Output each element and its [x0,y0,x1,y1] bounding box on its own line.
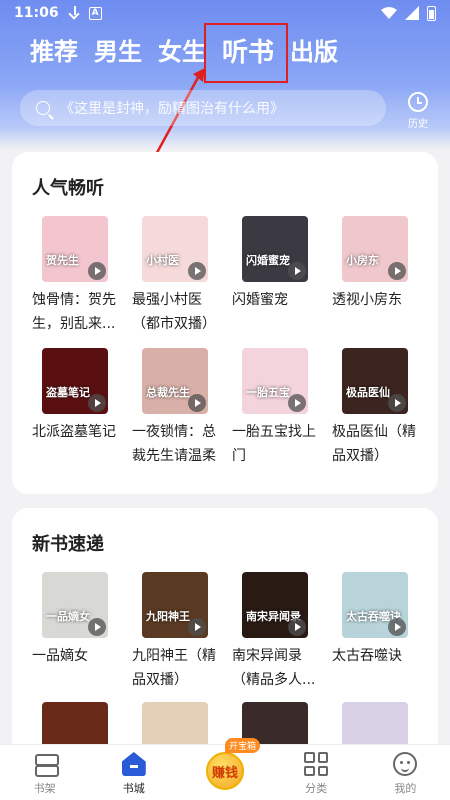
nav-me-label: 我的 [394,782,417,795]
new-section-title: 新书速递 [32,534,104,555]
book-title[interactable]: 极品医仙（精品双播） [332,420,424,468]
cover-title-art: 盗墓笔记 [46,386,90,399]
book-item[interactable]: 南宋异闻录南宋异闻录（精品多人... [232,572,332,692]
book-item[interactable]: 小村医最强小村医（都市双播） [132,216,232,336]
tab-4[interactable]: 出版 [290,32,338,69]
notification-a-icon: A [88,6,102,20]
play-icon[interactable] [388,394,406,412]
cover-title-art: 小村医 [146,254,179,267]
tab-2[interactable]: 女生 [158,32,206,69]
book-title[interactable]: 太古吞噬诀 [332,644,424,668]
status-time: 11:06 [14,5,59,21]
cover-title-art: 一品嫡女 [46,610,90,623]
cover-title-art: 闪婚蜜宠 [246,254,290,267]
book-title[interactable]: 最强小村医（都市双播） [132,288,224,336]
play-icon[interactable] [188,394,206,412]
battery-icon [427,5,436,21]
book-cover[interactable]: 总裁先生 [142,348,208,414]
nav-bookshelf[interactable]: 书架 [15,752,75,796]
clock-icon [408,92,428,112]
book-item[interactable]: 贺先生蚀骨情：贺先生，别乱来... [32,216,132,336]
search-icon [36,101,50,115]
search-placeholder: 《这里是封神，励精图治有什么用》 [60,101,284,117]
play-icon[interactable] [388,618,406,636]
nav-bookstore-label: 书城 [122,782,145,795]
play-icon[interactable] [388,262,406,280]
hot-listen-section: 人气畅听 贺先生 蚀骨情：贺先生，别乱来... 小村医 最强小村医（都市双播） 闪婚蜜宠… [12,152,438,494]
book-item[interactable]: 一胎五宝一胎五宝找上门 [232,348,332,468]
tab-0[interactable]: 推荐 [30,32,78,69]
book-title[interactable]: 透视小房东 [332,288,424,312]
play-icon[interactable] [288,618,306,636]
nav-category-label: 分类 [305,782,328,795]
book-cover[interactable]: 一品嫡女 [42,572,108,638]
book-cover[interactable]: 贺先生 [42,216,108,282]
cover-title-art: 贺先生 [46,254,79,267]
book-cover[interactable]: 小房东 [342,216,408,282]
hot-section-title: 人气畅听 [32,178,104,199]
annotation-highlight-box [204,23,288,83]
book-title[interactable]: 北派盗墓笔记 [32,420,124,444]
book-cover[interactable]: 九阳神王 [142,572,208,638]
nav-earn[interactable]: 开宝箱 赚钱 [193,738,260,790]
wifi-icon [381,7,397,19]
play-icon[interactable] [88,394,106,412]
nav-bookstore[interactable]: 书城 [104,752,164,796]
book-cover[interactable]: 南宋异闻录 [242,572,308,638]
book-cover[interactable]: 闪婚蜜宠 [242,216,308,282]
play-icon[interactable] [88,262,106,280]
book-title[interactable]: 蚀骨情：贺先生，别乱来... [32,288,124,336]
tab-1[interactable]: 男生 [94,32,142,69]
nav-category[interactable]: 分类 [286,752,346,796]
cover-title-art: 一胎五宝 [246,386,290,399]
book-item[interactable]: 盗墓笔记北派盗墓笔记 [32,348,132,468]
book-item[interactable]: 总裁先生一夜锁情：总裁先生请温柔 [132,348,232,468]
book-item[interactable]: 极品医仙极品医仙（精品双播） [332,348,432,468]
nav-bookshelf-label: 书架 [33,782,56,795]
book-cover[interactable]: 盗墓笔记 [42,348,108,414]
book-title[interactable]: 九阳神王（精品双播） [132,644,224,692]
new-books-section: 新书速递 一品嫡女 一品嫡女 九阳神王 九阳神王（精品双播） 南宋异闻录 南宋异闻录（精品… [12,508,438,768]
play-icon[interactable] [288,394,306,412]
book-item[interactable]: 一品嫡女 一品嫡女 [32,572,132,692]
nav-me[interactable]: 我的 [375,752,435,796]
cover-title-art: 九阳神王 [146,610,190,623]
coin-icon: 赚钱 [205,752,244,790]
play-icon[interactable] [188,618,206,636]
book-item[interactable]: 小房东透视小房东 [332,216,432,336]
cover-title-art: 小房东 [346,254,379,267]
book-cover[interactable]: 一胎五宝 [242,348,308,414]
history-button[interactable]: 历史 [400,92,436,130]
download-icon [69,6,81,20]
search-bar[interactable]: 《这里是封神，励精图治有什么用》 [20,90,386,126]
play-icon[interactable] [188,262,206,280]
play-icon[interactable] [88,618,106,636]
book-title[interactable]: 一夜锁情：总裁先生请温柔 [132,420,224,468]
bookshelf-icon [33,752,59,777]
bottom-navigation: 书架 书城 开宝箱 赚钱 分类 我的 [0,738,450,800]
profile-face-icon [393,752,418,776]
book-title[interactable]: 一胎五宝找上门 [232,420,324,468]
book-title[interactable]: 南宋异闻录（精品多人... [232,644,324,692]
cover-title-art: 总裁先生 [146,386,190,399]
cover-title-art: 极品医仙 [346,386,390,399]
category-tabs: 推荐 男生 女生 听书 出版 [30,32,338,69]
book-cover[interactable]: 极品医仙 [342,348,408,414]
book-title[interactable]: 闪婚蜜宠 [232,288,324,312]
signal-icon [405,6,419,20]
play-icon[interactable] [288,262,306,280]
treasure-badge: 开宝箱 [224,738,260,753]
book-item[interactable]: 太古吞噬诀 太古吞噬诀 [332,572,432,692]
hot-book-grid: 贺先生 蚀骨情：贺先生，别乱来... 小村医 最强小村医（都市双播） 闪婚蜜宠 闪婚蜜宠小… [32,216,432,468]
category-icon [304,752,329,776]
book-item[interactable]: 闪婚蜜宠 闪婚蜜宠 [232,216,332,336]
earn-label: 赚钱 [211,765,238,781]
book-cover[interactable]: 太古吞噬诀 [342,572,408,638]
bookstore-icon [121,752,146,776]
book-title[interactable]: 一品嫡女 [32,644,124,668]
book-cover[interactable]: 小村医 [142,216,208,282]
book-item[interactable]: 九阳神王九阳神王（精品双播） [132,572,232,692]
history-label: 历史 [408,119,428,130]
